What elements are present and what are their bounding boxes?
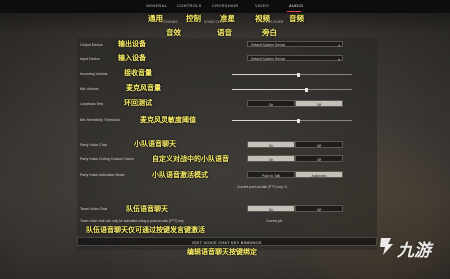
slider-fill (232, 74, 298, 75)
annotation-loopback-test: 环回测试 (124, 99, 152, 107)
tab-general[interactable]: GENERAL (146, 3, 167, 8)
option-label: Off (316, 157, 322, 162)
option-label: On (268, 157, 274, 162)
watermark-logo-icon (380, 238, 393, 255)
annotation-party-voice-chat: 小队语音聊天 (134, 140, 176, 148)
chevron-down-icon: ▾ (338, 57, 340, 62)
option-label: Automatic (311, 173, 327, 178)
party-activation-label: Party Voice Activation Mode (80, 173, 125, 177)
party-voice-custom-label: Party Voice During Custom Game (80, 157, 134, 161)
row-loopback-test: Loopback Test On Off (77, 99, 377, 109)
party-voice-on-option[interactable]: On (247, 141, 295, 148)
slider-handle[interactable] (304, 87, 308, 92)
row-team-voice-chat: Team Voice Chat On Off (77, 204, 377, 214)
mic-volume-slider[interactable] (232, 87, 352, 92)
annotation-mic-sensitivity: 麦克风灵敏度阈值 (140, 116, 196, 124)
loopback-test-label: Loopback Test (80, 102, 104, 106)
input-device-label: Input Device (80, 57, 100, 61)
automatic-option[interactable]: Automatic (295, 171, 343, 178)
output-device-label: Output Device (80, 43, 103, 47)
team-voice-chat-label: Team Voice Chat (80, 207, 108, 211)
annotation-crosshair: 准星 (220, 14, 235, 23)
row-mic-volume: Mic Volume (77, 84, 377, 94)
option-label: Off (316, 143, 322, 148)
edit-voice-chat-key-bindings-button[interactable]: EDIT VOICE CHAT KEY BINDINGS (77, 237, 377, 246)
tab-crosshair[interactable]: CROSSHAIR (212, 3, 238, 8)
loopback-on-option[interactable]: On (247, 100, 295, 107)
team-voice-on-option[interactable]: On (247, 205, 295, 212)
tab-video[interactable]: VIDEO (255, 3, 269, 8)
option-label: Off (316, 102, 322, 107)
annotation-sounds: 音效 (166, 28, 181, 37)
chevron-down-icon: ▾ (338, 43, 340, 48)
option-label: On (268, 102, 274, 107)
party-custom-off-option[interactable]: Off (295, 155, 343, 162)
slider-fill (232, 120, 298, 121)
team-voice-off-option[interactable]: Off (295, 205, 343, 212)
current-ptt-key-label: Current push-to-talk (PTT) key: U (237, 185, 288, 189)
annotation-voice-chat: 语音 (217, 28, 232, 37)
mic-sensitivity-slider[interactable] (232, 118, 352, 123)
edit-keybinds-label: EDIT VOICE CHAT KEY BINDINGS (192, 240, 262, 245)
row-party-voice-chat: Party Voice Chat On Off (77, 140, 377, 150)
tab-controls[interactable]: CONTROLS (177, 3, 202, 8)
output-device-dropdown[interactable]: Default System Device ▾ (247, 41, 343, 48)
mic-sensitivity-label: Mic Sensitivity Threshold (80, 118, 120, 122)
active-tab-indicator (287, 11, 301, 12)
annotation-controls: 控制 (186, 14, 201, 23)
annotation-team-voice-chat: 队伍语音聊天 (126, 205, 168, 213)
party-voice-chat-label: Party Voice Chat (80, 143, 107, 147)
team-current-ptt-label: Current ptt (266, 219, 283, 223)
slider-fill (232, 89, 307, 90)
incoming-volume-label: Incoming Volume (80, 72, 108, 76)
party-custom-on-option[interactable]: On (247, 155, 295, 162)
team-ptt-note: Team voice chat can only be activated us… (80, 219, 184, 223)
option-label: Push to Talk (261, 173, 281, 178)
annotation-audio: 音频 (289, 14, 304, 23)
input-device-dropdown[interactable]: Default System Device ▾ (247, 55, 343, 62)
loopback-off-option[interactable]: Off (295, 100, 343, 107)
party-voice-off-option[interactable]: Off (295, 141, 343, 148)
annotation-input-device: 输入设备 (118, 54, 146, 62)
row-mic-sensitivity: Mic Sensitivity Threshold (77, 115, 377, 125)
watermark-text: 九游 (397, 241, 431, 261)
slider-handle[interactable] (296, 118, 300, 123)
input-device-value: Default System Device (251, 57, 286, 61)
mic-volume-label: Mic Volume (80, 87, 99, 91)
annotation-mic-volume: 麦克风音量 (126, 84, 161, 92)
slider-handle[interactable] (296, 72, 300, 77)
output-device-value: Default System Device (251, 43, 286, 47)
annotation-voice-over: 旁白 (262, 28, 277, 37)
row-incoming-volume: Incoming Volume (77, 69, 377, 79)
annotation-incoming-volume: 接收音量 (124, 69, 152, 77)
tab-audio[interactable]: AUDIO (289, 3, 303, 8)
subtab-sounds[interactable]: SOUNDS (163, 20, 178, 24)
annotation-team-ptt-note: 队伍语音聊天仅可通过按键发言键激活 (86, 226, 205, 234)
option-label: On (268, 207, 274, 212)
push-to-talk-option[interactable]: Push to Talk (247, 171, 295, 178)
option-label: Off (316, 207, 322, 212)
annotation-edit-keybinds: 编辑语音聊天按键绑定 (187, 248, 257, 256)
annotation-party-voice-custom: 自定义对战中的小队语音 (152, 155, 229, 163)
annotation-video: 视频 (255, 14, 270, 23)
annotation-party-activation: 小队语音激活模式 (152, 171, 208, 179)
incoming-volume-slider[interactable] (232, 72, 352, 77)
annotation-general: 通用 (148, 14, 163, 23)
option-label: On (268, 143, 274, 148)
row-party-activation-mode: Party Voice Activation Mode Push to Talk… (77, 170, 377, 180)
annotation-output-device: 输出设备 (118, 40, 146, 48)
